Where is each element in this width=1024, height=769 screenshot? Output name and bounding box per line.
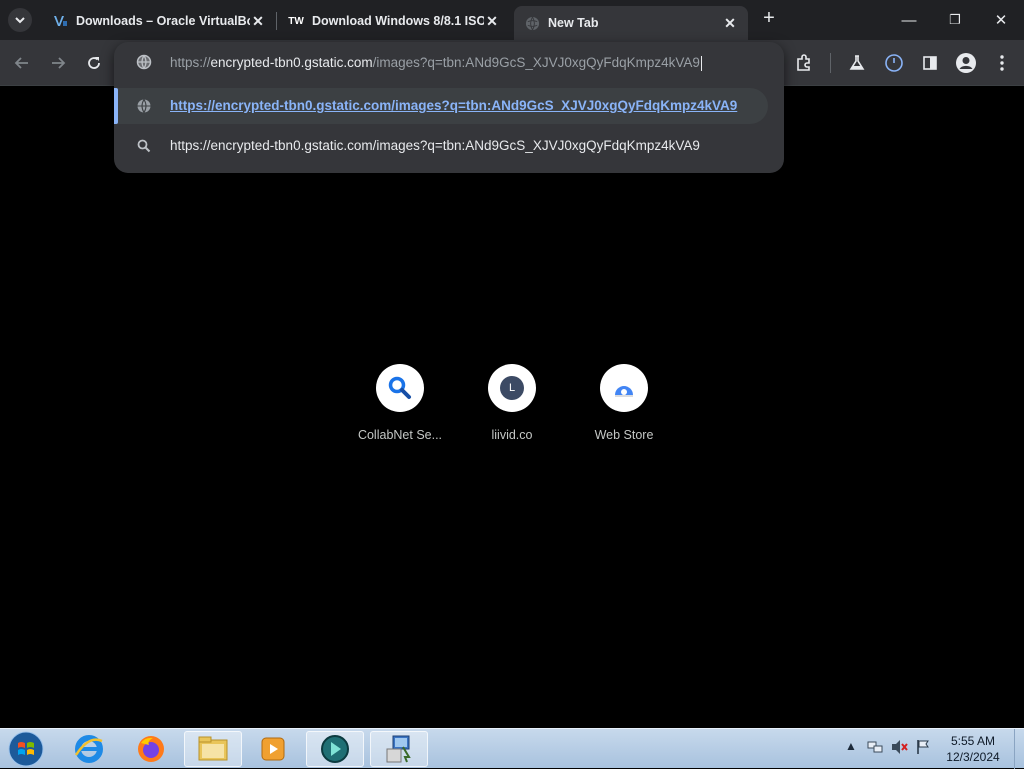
firefox-icon	[138, 736, 164, 762]
avatar-icon	[956, 53, 976, 73]
url-path: /images?q=tbn:ANd9GcS_XJVJ0xgQyFdqKmpz4k…	[372, 55, 700, 70]
tab-label: Downloads – Oracle VirtualBox	[76, 14, 250, 28]
clock-time: 5:55 AM	[950, 734, 996, 748]
back-button[interactable]	[11, 52, 33, 74]
taskbar-installer[interactable]	[370, 731, 428, 767]
tab-search-button[interactable]	[8, 8, 32, 32]
side-panel-icon	[923, 56, 937, 70]
taskbar-clock[interactable]: 5:55 AM 12/3/2024	[936, 733, 1010, 765]
clock-date: 12/3/2024	[946, 750, 1000, 764]
volume-muted-icon[interactable]	[890, 739, 910, 755]
magnifier-icon	[388, 376, 411, 399]
shortcut-name: Web Store	[594, 428, 654, 442]
minimize-button[interactable]: —	[886, 0, 932, 40]
side-panel-button[interactable]	[918, 51, 942, 75]
tab-new-tab[interactable]: New Tab ✕	[514, 6, 748, 40]
tab-divider	[276, 12, 277, 30]
letter-l-icon: L	[500, 376, 524, 400]
internet-explorer-icon	[74, 735, 103, 763]
puzzle-icon	[797, 54, 810, 71]
taskbar-file-explorer[interactable]	[184, 731, 242, 767]
url-scheme: https://	[170, 55, 211, 70]
shortcut-name: liivid.co	[491, 428, 533, 442]
show-desktop-button[interactable]	[1014, 729, 1024, 769]
shortcut-collabnet[interactable]: CollabNet Se...	[344, 364, 456, 442]
chevron-down-icon	[15, 17, 25, 24]
forward-button[interactable]	[47, 52, 69, 74]
tray-overflow-chevron-icon[interactable]: ▲	[845, 739, 857, 753]
web-store-icon	[615, 386, 633, 397]
flask-icon	[849, 55, 865, 70]
taskbar-media-player[interactable]	[244, 731, 302, 767]
taskbar: ▲ 5:55 AM 12/3/2024	[0, 728, 1024, 769]
shortcut-web-store[interactable]: Web Store	[568, 364, 680, 442]
tab-label: Download Windows 8/8.1 ISO	[312, 14, 484, 28]
restore-button[interactable]: ❐	[932, 0, 978, 40]
shortcut-icon-circle	[600, 364, 648, 412]
kebab-menu-icon	[1000, 55, 1004, 71]
tab-virtualbox[interactable]: Downloads – Oracle VirtualBox ✕	[42, 6, 276, 36]
folder-icon	[198, 736, 228, 761]
tab-close-icon[interactable]: ✕	[722, 15, 738, 32]
installer-icon	[386, 735, 411, 763]
power-icon	[885, 54, 903, 72]
windows-start-icon	[8, 731, 44, 767]
labs-button[interactable]	[845, 51, 869, 75]
globe-favicon-icon	[524, 15, 540, 31]
arrow-right-icon	[52, 57, 66, 69]
address-bar-input[interactable]: https://encrypted-tbn0.gstatic.com/image…	[114, 42, 784, 84]
tab-strip: Downloads – Oracle VirtualBox ✕ TW Downl…	[0, 0, 1024, 40]
start-button[interactable]	[6, 730, 46, 768]
search-icon	[136, 138, 152, 157]
shortcut-icon-circle	[376, 364, 424, 412]
address-bar-text[interactable]: https://encrypted-tbn0.gstatic.com/image…	[170, 55, 702, 71]
reload-button[interactable]	[83, 52, 105, 74]
globe-icon	[136, 54, 152, 75]
taskbar-firefox[interactable]	[122, 731, 180, 767]
globe-icon	[136, 98, 152, 117]
toolbar-divider	[830, 53, 831, 73]
taskbar-browser[interactable]	[306, 731, 364, 767]
suggestion-text: https://encrypted-tbn0.gstatic.com/image…	[170, 138, 700, 153]
tab-close-icon[interactable]: ✕	[250, 13, 266, 30]
action-center-flag-icon[interactable]	[914, 739, 932, 755]
tab-label: New Tab	[548, 16, 599, 30]
tw-favicon-icon: TW	[288, 15, 304, 27]
shortcut-name: CollabNet Se...	[357, 428, 443, 442]
tab-windows-iso[interactable]: TW Download Windows 8/8.1 ISO ✕	[278, 6, 510, 36]
virtualbox-favicon-icon	[52, 13, 68, 29]
taskbar-internet-explorer[interactable]	[60, 731, 118, 767]
browser-app-icon	[321, 735, 349, 763]
url-host: encrypted-tbn0.gstatic.com	[210, 55, 373, 70]
omnibox-suggestion-search[interactable]: https://encrypted-tbn0.gstatic.com/image…	[114, 128, 768, 164]
extensions-button[interactable]	[792, 51, 816, 75]
arrow-left-icon	[14, 57, 28, 69]
close-window-button[interactable]: ✕	[978, 0, 1024, 40]
tab-close-icon[interactable]: ✕	[484, 13, 500, 30]
media-player-icon	[261, 737, 285, 761]
reload-icon	[88, 57, 100, 69]
text-caret	[700, 55, 702, 71]
suggestion-text: https://encrypted-tbn0.gstatic.com/image…	[170, 98, 738, 113]
shortcut-liivid[interactable]: L liivid.co	[456, 364, 568, 442]
new-tab-button[interactable]: +	[758, 8, 780, 30]
omnibox[interactable]: https://encrypted-tbn0.gstatic.com/image…	[114, 42, 784, 173]
menu-button[interactable]	[990, 51, 1014, 75]
omnibox-suggestion-url[interactable]: https://encrypted-tbn0.gstatic.com/image…	[114, 88, 768, 124]
network-icon[interactable]	[866, 739, 884, 755]
profile-button[interactable]	[954, 51, 978, 75]
shortcut-icon-circle: L	[488, 364, 536, 412]
extension-power-button[interactable]	[882, 51, 906, 75]
